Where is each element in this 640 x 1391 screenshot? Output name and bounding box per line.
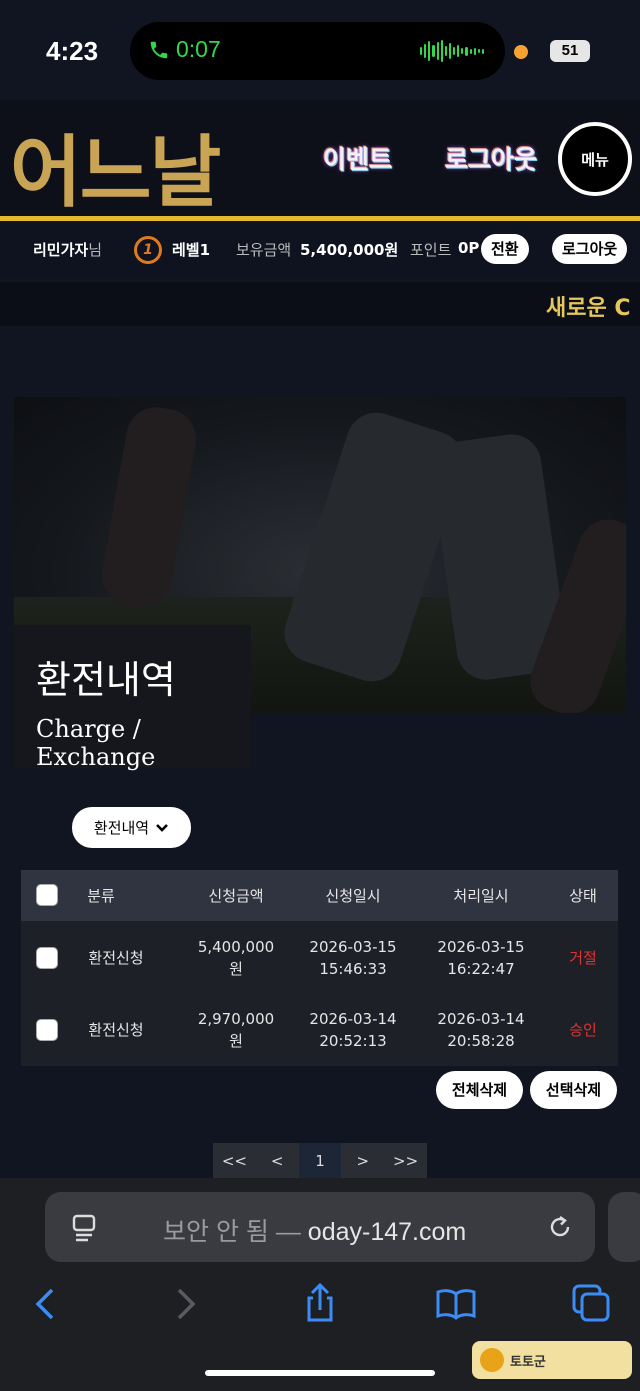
notice-marquee: 새로운 C <box>0 282 640 326</box>
row-amount-unit: 원 <box>229 960 243 978</box>
delete-all-button[interactable]: 전체삭제 <box>436 1071 523 1109</box>
url-text: 보안 안 됨 — oday-147.com <box>163 1212 466 1248</box>
logout-button[interactable]: 로그아웃 <box>552 234 628 264</box>
row-type: 환전신청 <box>88 1021 144 1039</box>
table-header: 분류 신청금액 신청일시 처리일시 상태 <box>21 870 618 921</box>
select-value: 환전내역 <box>93 819 150 837</box>
call-timer: 0:07 <box>176 36 221 62</box>
row-checkbox[interactable] <box>36 1019 58 1041</box>
nav-logout[interactable]: 로그아웃 <box>445 140 537 176</box>
history-type-select[interactable]: 환전내역 <box>72 807 191 848</box>
watermark-text: 토토군 <box>510 1354 546 1370</box>
row-process-time: 20:58:28 <box>447 1032 515 1050</box>
page-title: 환전내역 <box>36 658 176 702</box>
battery-icon: 51 <box>550 40 590 62</box>
table-row: 환전신청 5,400,000 원 2026-03-15 15:46:33 202… <box>21 922 618 994</box>
mic-in-use-indicator <box>514 45 528 59</box>
ios-status-bar: 4:23 0:07 51 <box>0 0 640 100</box>
exchange-history-table: 분류 신청금액 신청일시 처리일시 상태 환전신청 5,400,000 원 20… <box>21 870 618 1066</box>
call-indicator: 0:07 <box>148 36 221 63</box>
balance-label: 보유금액 <box>236 241 292 259</box>
reload-icon[interactable] <box>547 1214 573 1240</box>
back-icon[interactable] <box>24 1282 68 1326</box>
home-indicator <box>205 1370 435 1376</box>
row-amount-unit: 원 <box>229 1032 243 1050</box>
reader-icon[interactable] <box>72 1214 98 1242</box>
nav-event[interactable]: 이벤트 <box>323 140 392 176</box>
balance-value: 5,400,000원 <box>300 241 399 259</box>
row-request-date: 2026-03-15 <box>309 938 397 956</box>
page-prev[interactable]: < <box>256 1143 299 1179</box>
menu-button[interactable]: 메뉴 <box>558 122 632 196</box>
user-level: 레벨1 <box>172 241 211 259</box>
row-status: 승인 <box>569 1021 597 1039</box>
header-type: 분류 <box>87 887 115 905</box>
row-request-time: 20:52:13 <box>319 1032 387 1050</box>
watermark-logo: 토토군 <box>472 1341 632 1379</box>
clock: 4:23 <box>46 36 99 66</box>
row-process-time: 16:22:47 <box>447 960 515 978</box>
row-process-date: 2026-03-15 <box>437 938 525 956</box>
level-badge-icon: 1 <box>134 236 162 264</box>
row-checkbox[interactable] <box>36 947 58 969</box>
page-last[interactable]: >> <box>384 1143 427 1179</box>
points-value: 0P <box>458 239 480 257</box>
dynamic-island[interactable]: 0:07 <box>130 22 505 80</box>
header-request-date: 신청일시 <box>325 887 381 905</box>
share-icon[interactable] <box>298 1282 342 1326</box>
select-all-checkbox[interactable] <box>36 884 58 906</box>
row-amount: 2,970,000 <box>197 1010 275 1028</box>
pagination: << < 1 > >> <box>213 1143 427 1179</box>
row-process-date: 2026-03-14 <box>437 1010 525 1028</box>
row-type: 환전신청 <box>88 949 144 967</box>
header-process-date: 처리일시 <box>453 887 509 905</box>
row-request-time: 15:46:33 <box>319 960 387 978</box>
site-logo[interactable]: 어느날 <box>10 110 221 222</box>
marquee-text: 새로운 C <box>546 296 631 321</box>
security-warning: 보안 안 됨 — <box>163 1218 301 1246</box>
next-tab-preview[interactable] <box>608 1192 640 1262</box>
delete-selected-button[interactable]: 선택삭제 <box>530 1071 617 1109</box>
watermark-mascot-icon <box>480 1348 504 1372</box>
address-bar[interactable]: 보안 안 됨 — oday-147.com <box>45 1192 595 1262</box>
user-name-suffix: 님 <box>88 241 103 259</box>
chevron-down-icon <box>156 823 169 832</box>
user-info-bar: 리민가자님 1 레벨1 보유금액 5,400,000원 포인트 0P 전환 로그… <box>0 221 640 279</box>
convert-button[interactable]: 전환 <box>481 234 529 264</box>
audio-wave-icon <box>420 40 484 62</box>
points-label: 포인트 <box>410 241 452 259</box>
row-request-date: 2026-03-14 <box>309 1010 397 1028</box>
header-status: 상태 <box>569 887 597 905</box>
page-title-box: 환전내역 Charge / Exchange <box>14 625 251 771</box>
url-domain: oday-147.com <box>307 1218 467 1246</box>
page-current[interactable]: 1 <box>298 1143 342 1179</box>
site-header: 어느날 이벤트 로그아웃 메뉴 <box>0 100 640 218</box>
phone-icon <box>150 41 168 58</box>
user-name-text: 리민가자 <box>33 241 89 259</box>
page-first[interactable]: << <box>213 1143 256 1179</box>
header-amount: 신청금액 <box>208 887 264 905</box>
row-amount: 5,400,000 <box>197 938 275 956</box>
table-row: 환전신청 2,970,000 원 2026-03-14 20:52:13 202… <box>21 994 618 1066</box>
hero-player-leg <box>97 402 201 612</box>
user-name: 리민가자님 <box>33 239 102 260</box>
forward-icon[interactable] <box>163 1282 207 1326</box>
tabs-icon[interactable] <box>570 1282 614 1326</box>
row-status: 거절 <box>569 949 597 967</box>
page-next[interactable]: > <box>341 1143 384 1179</box>
page-subtitle: Charge / Exchange <box>36 715 156 771</box>
bookmarks-icon[interactable] <box>434 1282 478 1326</box>
